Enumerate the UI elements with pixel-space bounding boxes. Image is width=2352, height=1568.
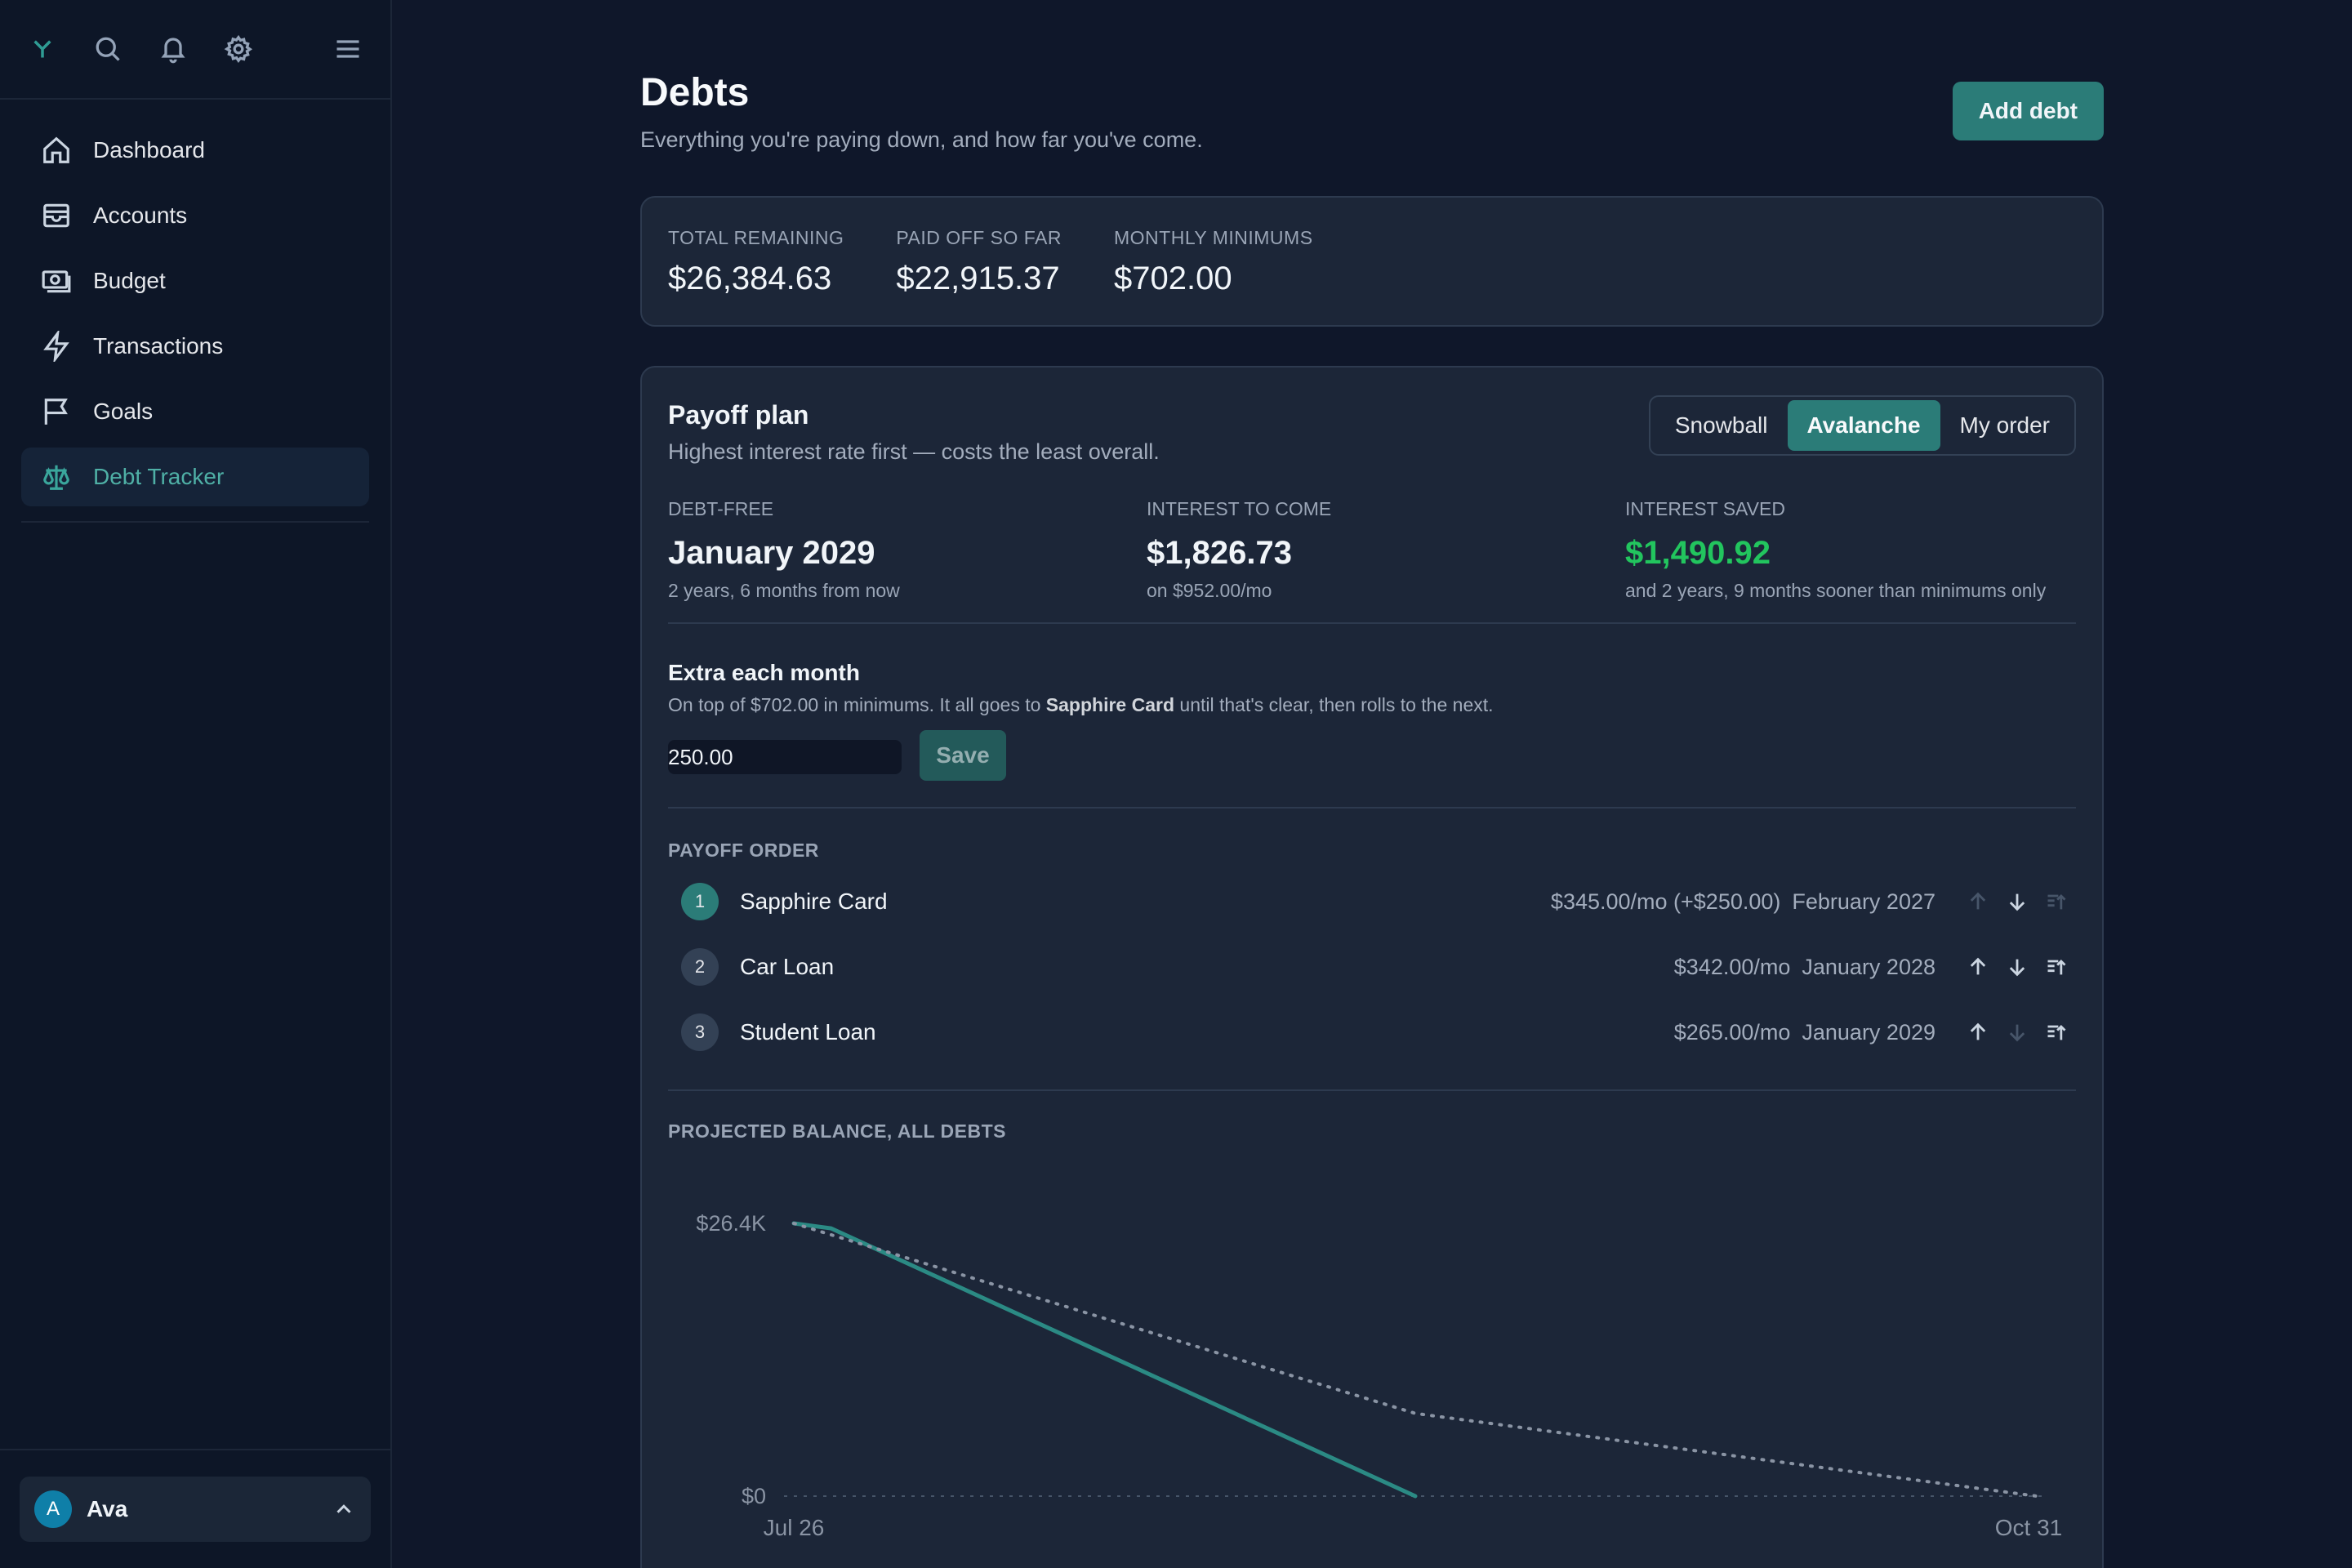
sidebar-nav: Dashboard Accounts Budget Transactions G…: [0, 100, 390, 506]
summary-card: TOTAL REMAINING $26,384.63 PAID OFF SO F…: [640, 196, 2104, 327]
sidebar-footer: A Ava: [0, 1449, 390, 1568]
sidebar-item-dashboard[interactable]: Dashboard: [21, 121, 369, 180]
sidebar-item-label: Dashboard: [93, 137, 205, 163]
leaf-logo-icon[interactable]: [26, 33, 59, 65]
stat-label: MONTHLY MINIMUMS: [1114, 227, 1313, 248]
add-debt-button[interactable]: Add debt: [1952, 82, 2104, 140]
sidebar-item-goals[interactable]: Goals: [21, 382, 369, 441]
stat-value: $702.00: [1114, 261, 1232, 296]
avatar: A: [34, 1490, 72, 1528]
flag-icon: [44, 399, 68, 425]
sidebar-item-budget[interactable]: Budget: [21, 252, 369, 310]
user-menu-button[interactable]: A Ava: [20, 1477, 371, 1542]
sidebar-item-label: Goals: [93, 399, 154, 424]
sidebar-item-label: Accounts: [93, 203, 188, 228]
projected-balance-chart: $26.4K $0 Jul 26 Oct 31: [696, 1211, 2062, 1540]
y-tick-label: $26.4K: [696, 1211, 766, 1236]
sidebar-item-transactions[interactable]: Transactions: [21, 317, 369, 376]
sidebar-toolbar: [0, 0, 390, 100]
x-tick-label: Oct 31: [1995, 1515, 2062, 1540]
stat-value: $26,384.63: [668, 261, 832, 296]
stat-label: PAID OFF SO FAR: [896, 227, 1062, 248]
wallet-icon: [43, 203, 69, 228]
page-title: Debts: [640, 71, 750, 114]
stat-value: $22,915.37: [896, 261, 1060, 296]
stat-paid-off: PAID OFF SO FAR $22,915.37: [896, 227, 1062, 296]
gear-icon[interactable]: [222, 33, 255, 65]
minimums-only-series-line: [792, 1222, 2038, 1498]
x-tick-label: Jul 26: [764, 1515, 825, 1540]
page-subtitle: Everything you're paying down, and how f…: [640, 127, 1203, 152]
sidebar-item-label: Debt Tracker: [93, 464, 225, 489]
sidebar-item-accounts[interactable]: Accounts: [21, 186, 369, 245]
sidebar-divider: [21, 521, 369, 523]
stat-total-remaining: TOTAL REMAINING $26,384.63: [668, 227, 844, 296]
user-name: Ava: [87, 1496, 128, 1521]
lightning-icon: [43, 331, 69, 362]
banknote-icon: [42, 270, 71, 293]
scale-icon: [43, 465, 69, 490]
home-icon: [43, 136, 69, 163]
sidebar-item-label: Budget: [93, 268, 166, 293]
menu-icon[interactable]: [332, 33, 364, 65]
stat-label: TOTAL REMAINING: [668, 227, 844, 248]
bell-icon[interactable]: [157, 33, 189, 65]
sidebar: Dashboard Accounts Budget Transactions G…: [0, 0, 392, 1568]
sidebar-item-debt-tracker[interactable]: Debt Tracker: [21, 448, 369, 506]
chevron-up-icon: [336, 1504, 351, 1513]
sidebar-item-label: Transactions: [93, 333, 224, 359]
search-icon[interactable]: [91, 33, 124, 65]
plan-series-line: [791, 1221, 1418, 1499]
y-tick-label: $0: [742, 1484, 766, 1508]
stat-monthly-minimums: MONTHLY MINIMUMS $702.00: [1114, 227, 1313, 296]
payoff-plan-card: Payoff plan Highest interest rate first …: [640, 366, 2104, 1568]
